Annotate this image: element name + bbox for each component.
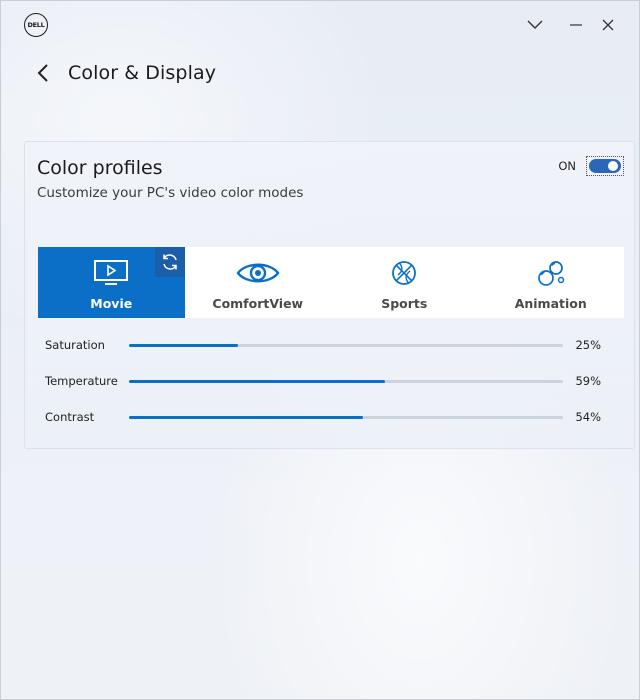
temperature-slider[interactable] bbox=[129, 379, 563, 383]
slider-fill bbox=[129, 343, 238, 347]
mode-label: Animation bbox=[514, 296, 587, 311]
page-title: Color & Display bbox=[68, 62, 217, 84]
mode-label: ComfortView bbox=[212, 296, 304, 311]
card-subtitle: Customize your PC's video color modes bbox=[37, 185, 304, 201]
mode-tab-comfortview[interactable]: ComfortView bbox=[185, 247, 332, 318]
saturation-slider-row: Saturation 25% bbox=[45, 335, 605, 355]
mode-tab-animation[interactable]: Animation bbox=[478, 247, 625, 318]
slider-label: Contrast bbox=[45, 410, 95, 424]
toggle-state-label: ON bbox=[558, 159, 576, 173]
card-title: Color profiles bbox=[37, 157, 163, 179]
temperature-slider-row: Temperature 59% bbox=[45, 371, 605, 391]
mode-label: Sports bbox=[381, 296, 428, 311]
dell-logo: DELL bbox=[24, 13, 48, 37]
back-arrow-icon bbox=[37, 64, 48, 82]
slider-fill bbox=[129, 415, 364, 419]
minimize-button[interactable] bbox=[563, 12, 589, 38]
back-button[interactable] bbox=[31, 60, 55, 86]
slider-label: Temperature bbox=[45, 374, 118, 388]
mode-tab-sports[interactable]: Sports bbox=[331, 247, 478, 318]
mode-label: Movie bbox=[90, 296, 133, 311]
contrast-slider[interactable] bbox=[129, 415, 563, 419]
chevron-down-icon[interactable] bbox=[522, 12, 548, 38]
saturation-slider[interactable] bbox=[129, 343, 563, 347]
slider-value: 25% bbox=[575, 338, 601, 352]
profile-mode-tabs: Movie ComfortView Sports Animation bbox=[38, 247, 624, 318]
color-profiles-card: Color profiles Customize your PC's video… bbox=[24, 141, 635, 449]
basketball-icon bbox=[390, 257, 418, 289]
refresh-icon bbox=[162, 254, 177, 270]
bubbles-icon bbox=[536, 257, 566, 289]
reset-profile-button[interactable] bbox=[154, 247, 185, 277]
logo-text: DELL bbox=[27, 21, 45, 29]
slider-value: 54% bbox=[575, 410, 601, 424]
toggle-knob bbox=[608, 161, 618, 171]
contrast-slider-row: Contrast 54% bbox=[45, 407, 605, 427]
color-profiles-toggle-group: ON bbox=[558, 156, 624, 176]
slider-value: 59% bbox=[575, 374, 601, 388]
close-button[interactable] bbox=[595, 12, 621, 38]
monitor-play-icon bbox=[93, 257, 129, 289]
mode-tab-movie[interactable]: Movie bbox=[38, 247, 185, 318]
slider-label: Saturation bbox=[45, 338, 105, 352]
toggle-track bbox=[589, 159, 621, 173]
color-profiles-toggle[interactable] bbox=[586, 156, 624, 176]
eye-icon bbox=[236, 257, 280, 289]
slider-fill bbox=[129, 379, 386, 383]
